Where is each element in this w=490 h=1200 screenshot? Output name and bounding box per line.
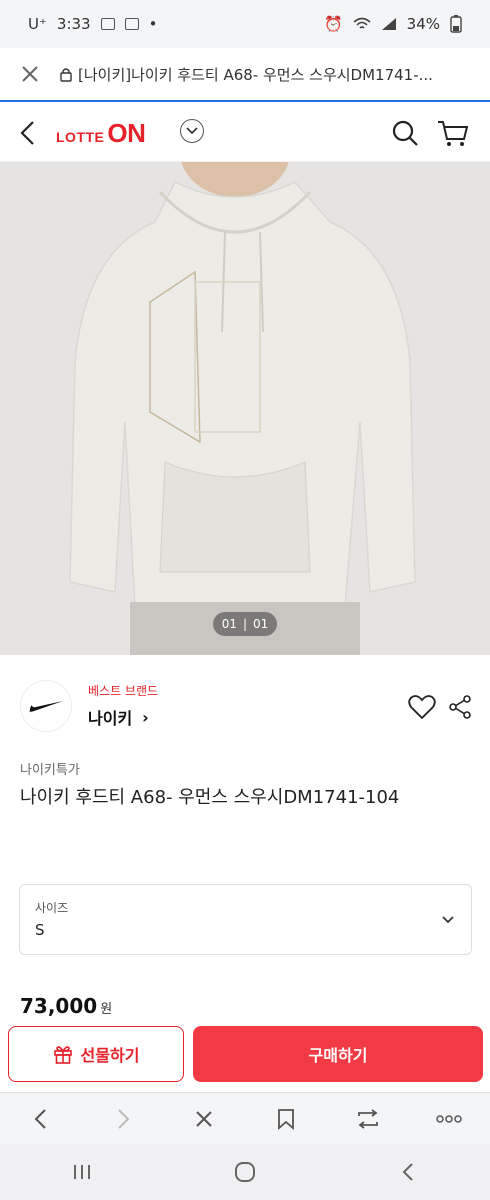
buy-button-label: 구매하기 — [308, 1046, 368, 1065]
gift-icon — [53, 1046, 72, 1064]
signal-icon — [381, 18, 396, 30]
battery-icon — [450, 15, 462, 33]
home-button[interactable] — [163, 1144, 326, 1200]
price-amount: 73,000 — [20, 994, 98, 1018]
browser-share-button[interactable] — [327, 1093, 409, 1144]
size-select[interactable]: 사이즈 S — [19, 884, 472, 955]
status-bar: U⁺ 3:33 • ⏰ 34% — [0, 0, 490, 48]
service-menu-dropdown[interactable] — [180, 119, 204, 143]
image-counter-divider: | — [242, 617, 248, 631]
system-nav-bar — [0, 1144, 490, 1200]
news-notification-icon — [124, 18, 139, 30]
search-icon[interactable] — [390, 118, 420, 148]
close-icon — [196, 1110, 212, 1127]
chevron-right-icon: › — [142, 707, 149, 727]
logo-text-on: ON — [107, 118, 146, 148]
dot-icon: • — [148, 15, 158, 33]
product-image[interactable] — [0, 162, 490, 655]
chevron-down-icon — [442, 916, 454, 924]
browser-back-button[interactable] — [0, 1093, 82, 1144]
recent-apps-icon — [73, 1165, 90, 1179]
recent-apps-button[interactable] — [0, 1144, 163, 1200]
size-label: 사이즈 — [35, 901, 69, 915]
gallery-notification-icon — [100, 18, 115, 30]
url-text: [나이키]나이키 후드티 A68- 우먼스 스우시DM1741-... — [78, 65, 433, 84]
share-icon[interactable] — [448, 694, 472, 720]
image-counter: 01 | 01 — [213, 612, 277, 636]
browser-toolbar — [0, 1092, 490, 1144]
gift-button-label: 선물하기 — [80, 1046, 140, 1065]
chevron-right-icon — [117, 1108, 129, 1129]
browser-bookmark-button[interactable] — [245, 1093, 327, 1144]
brand-name: 나이키 — [88, 709, 133, 728]
brand-row: 베스트 브랜드 나이키 › — [0, 672, 490, 742]
image-counter-total: 01 — [253, 617, 269, 631]
carrier-label: U⁺ — [28, 15, 47, 33]
hoodie-photo — [0, 162, 490, 655]
home-icon — [234, 1162, 255, 1182]
status-left: U⁺ 3:33 • — [28, 15, 157, 33]
chevron-left-icon — [34, 1108, 46, 1129]
swap-icon — [357, 1108, 378, 1129]
site-header: LOTTE ON — [0, 104, 490, 162]
browser-close-button[interactable] — [163, 1093, 245, 1144]
system-back-button[interactable] — [327, 1144, 490, 1200]
browser-forward-button[interactable] — [82, 1093, 164, 1144]
gift-button[interactable]: 선물하기 — [8, 1026, 184, 1082]
url-field[interactable]: [나이키]나이키 후드티 A68- 우먼스 스우시DM1741-... — [60, 64, 490, 85]
bookmark-icon — [277, 1108, 294, 1130]
close-tab-button[interactable] — [0, 47, 60, 101]
lotteon-logo[interactable]: LOTTE ON — [56, 118, 146, 149]
status-right: ⏰ 34% — [324, 15, 462, 33]
product-title: 나이키 후드티 A68- 우먼스 스우시DM1741-104 — [20, 787, 400, 808]
logo-text-lotte: LOTTE — [56, 129, 105, 145]
swoosh-icon — [29, 701, 63, 712]
lock-icon — [60, 67, 72, 82]
close-icon — [22, 66, 38, 82]
nike-logo[interactable] — [20, 680, 72, 732]
browser-more-button[interactable] — [408, 1093, 490, 1144]
size-value: S — [35, 921, 45, 939]
cta-bar: 선물하기 구매하기 — [0, 1020, 490, 1092]
seller-name[interactable]: 나이키특가 — [20, 759, 80, 778]
clock: 3:33 — [56, 15, 91, 33]
heart-icon[interactable] — [408, 694, 436, 720]
best-brand-tag: 베스트 브랜드 — [88, 684, 159, 698]
brand-link[interactable]: 나이키 › — [88, 705, 149, 729]
chevron-left-icon — [402, 1163, 414, 1181]
chevron-down-icon — [186, 127, 198, 135]
battery-level: 34% — [406, 15, 440, 33]
more-icon — [436, 1114, 462, 1123]
buy-button[interactable]: 구매하기 — [193, 1026, 483, 1082]
price: 73,000 원 — [20, 994, 112, 1018]
alarm-icon: ⏰ — [323, 15, 343, 33]
price-unit: 원 — [100, 1002, 113, 1017]
wifi-icon — [353, 17, 371, 29]
url-bar: [나이키]나이키 후드티 A68- 우먼스 스우시DM1741-... — [0, 48, 490, 102]
image-counter-current: 01 — [221, 617, 237, 631]
cart-icon[interactable] — [436, 118, 470, 148]
back-icon[interactable] — [14, 118, 44, 148]
